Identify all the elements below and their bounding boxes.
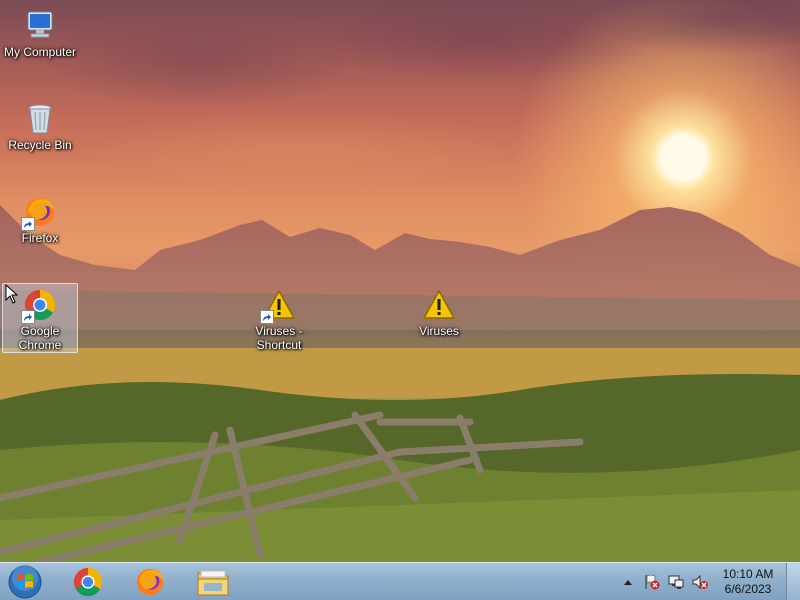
- taskbar-firefox-button[interactable]: [124, 565, 176, 599]
- desktop-icon-label: My Computer: [3, 45, 77, 59]
- chrome-icon: [21, 288, 57, 324]
- wallpaper-mountains: [0, 205, 800, 335]
- chrome-icon: [73, 567, 103, 597]
- shortcut-arrow-icon: [21, 310, 35, 324]
- clock-time: 10:10 AM: [722, 567, 774, 581]
- system-tray: 10:10 AM 6/6/2023: [616, 563, 784, 600]
- taskbar: 10:10 AM 6/6/2023: [0, 562, 800, 600]
- desktop-icon-viruses[interactable]: Viruses: [401, 283, 477, 339]
- warning-icon: [260, 288, 296, 324]
- volume-muted-icon: [692, 574, 708, 590]
- warning-icon: [422, 288, 456, 322]
- shortcut-arrow-icon: [21, 217, 35, 231]
- wallpaper-fields: [0, 330, 800, 562]
- clock[interactable]: 10:10 AM 6/6/2023: [712, 567, 784, 597]
- desktop-icon-firefox[interactable]: Firefox: [2, 190, 78, 246]
- windows-logo-icon: [8, 565, 42, 599]
- desktop-icon-label: Recycle Bin: [8, 138, 72, 152]
- computer-icon: [23, 9, 57, 43]
- desktop-icon-label: Google Chrome: [18, 324, 62, 352]
- file-explorer-icon: [197, 570, 229, 596]
- network-button[interactable]: [664, 570, 688, 594]
- recycle-bin-icon: [23, 102, 57, 136]
- firefox-icon: [136, 568, 164, 596]
- taskbar-chrome-button[interactable]: [62, 565, 114, 599]
- desktop[interactable]: My Computer Recycle Bin Firefox Google C…: [0, 0, 800, 562]
- start-button[interactable]: [6, 564, 44, 600]
- desktop-icon-my-computer[interactable]: My Computer: [2, 4, 78, 60]
- show-desktop-button[interactable]: [786, 563, 800, 600]
- desktop-icon-recycle-bin[interactable]: Recycle Bin: [2, 97, 78, 153]
- shortcut-arrow-icon: [260, 310, 274, 324]
- network-icon: [668, 575, 684, 589]
- desktop-icon-label: Viruses - Shortcut: [255, 324, 303, 352]
- desktop-icon-label: Firefox: [21, 231, 59, 245]
- firefox-icon: [21, 195, 57, 231]
- show-hidden-icons-button[interactable]: [616, 570, 640, 594]
- taskbar-file-explorer-button[interactable]: [187, 565, 239, 599]
- mouse-cursor-icon: [5, 284, 19, 304]
- action-center-flag-icon: [645, 574, 660, 590]
- show-hidden-icons-arrow: [624, 580, 632, 585]
- clock-date: 6/6/2023: [724, 582, 772, 596]
- volume-button[interactable]: [688, 570, 712, 594]
- desktop-icon-label: Viruses: [419, 324, 459, 338]
- action-center-button[interactable]: [640, 570, 664, 594]
- desktop-icon-viruses-shortcut[interactable]: Viruses - Shortcut: [241, 283, 317, 353]
